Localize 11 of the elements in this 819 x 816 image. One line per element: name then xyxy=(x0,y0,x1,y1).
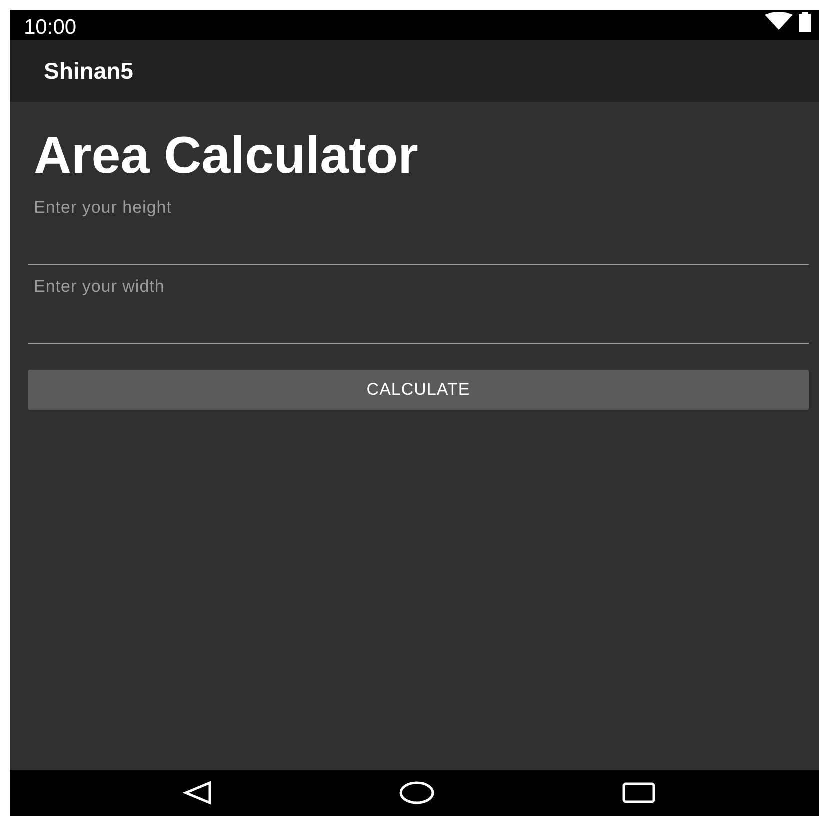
input-field[interactable]: Enter your width xyxy=(28,271,809,344)
wifi-icon xyxy=(765,12,793,30)
back-icon[interactable] xyxy=(183,781,214,805)
recents-icon[interactable] xyxy=(622,782,656,804)
status-time: 10:00 xyxy=(24,16,77,40)
input-field[interactable]: Enter your height xyxy=(28,192,809,265)
app-title: Shinan5 xyxy=(44,58,134,84)
home-icon[interactable] xyxy=(399,781,436,805)
page-heading: Area Calculator xyxy=(34,126,420,186)
battery-icon xyxy=(799,12,811,32)
calculate-button[interactable]: CALCULATE xyxy=(28,370,809,410)
